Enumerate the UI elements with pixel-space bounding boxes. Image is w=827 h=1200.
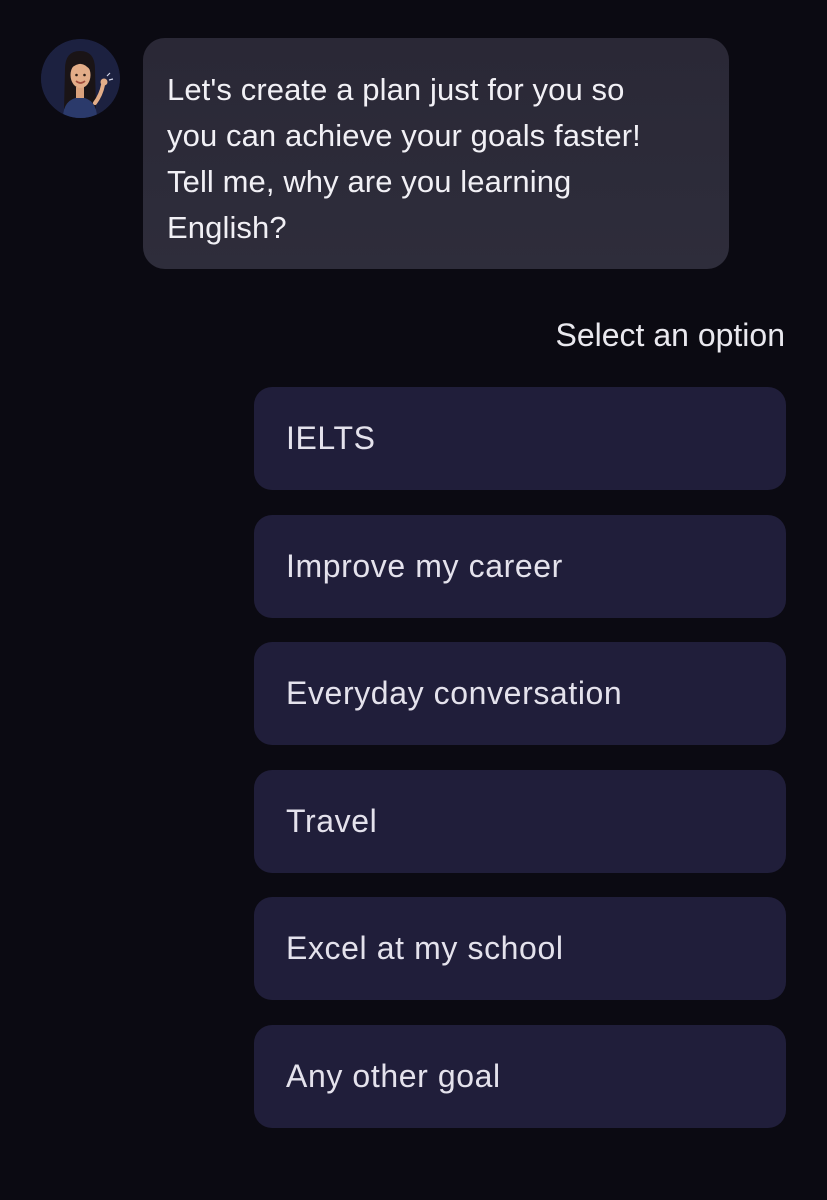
option-label: IELTS xyxy=(286,420,376,456)
message-line: you can achieve your goals faster! xyxy=(167,118,641,153)
option-travel-button[interactable]: Travel xyxy=(254,769,786,873)
option-excel-school-button[interactable]: Excel at my school xyxy=(254,897,786,1000)
option-ielts-button[interactable]: IELTS xyxy=(254,387,786,490)
option-label: Any other goal xyxy=(286,1057,501,1094)
option-other-goal-button[interactable]: Any other goal xyxy=(254,1024,786,1128)
message-line: Let's create a plan just for you so xyxy=(167,72,625,107)
option-list: IELTS Improve my career Everyday convers… xyxy=(254,387,786,1152)
message-line: English? xyxy=(167,210,287,245)
option-everyday-conversation-button[interactable]: Everyday conversation xyxy=(254,642,786,745)
option-label: Improve my career xyxy=(286,547,563,584)
waving-avatar-icon xyxy=(41,39,120,118)
tutor-message-bubble: Let's create a plan just for you so you … xyxy=(143,38,729,269)
option-improve-career-button[interactable]: Improve my career xyxy=(254,514,786,618)
tutor-avatar xyxy=(41,39,120,118)
option-label: Travel xyxy=(286,802,378,839)
option-label: Everyday conversation xyxy=(286,675,623,711)
tutor-message-text: Let's create a plan just for you so you … xyxy=(167,67,705,251)
message-line: Tell me, why are you learning xyxy=(167,164,572,199)
option-label: Excel at my school xyxy=(286,930,564,966)
select-option-prompt: Select an option xyxy=(555,317,786,353)
